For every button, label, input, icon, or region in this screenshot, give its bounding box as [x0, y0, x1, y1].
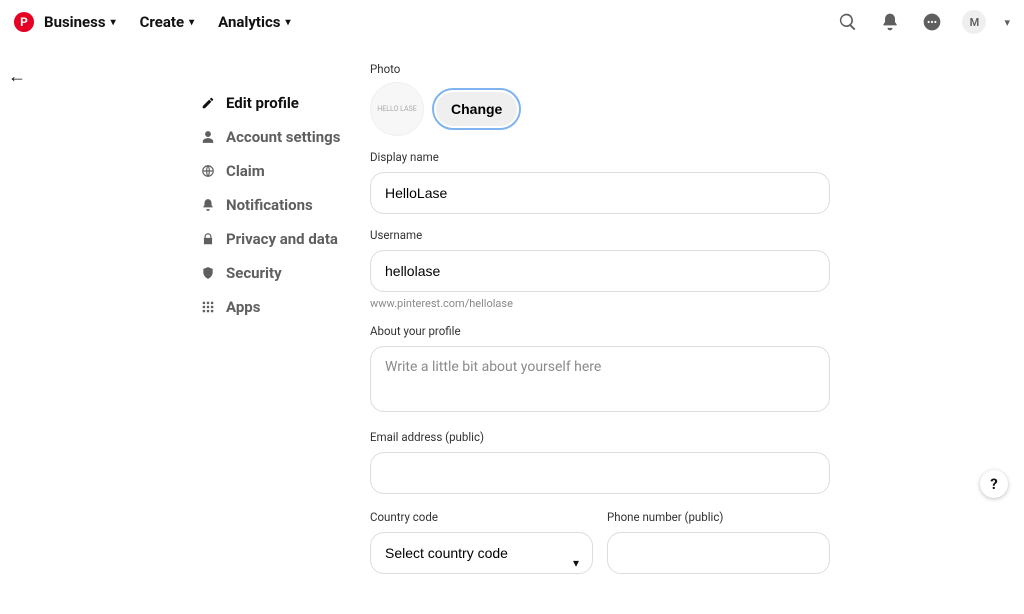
sidebar-item-label: Security [226, 264, 282, 282]
email-label: Email address (public) [370, 430, 830, 444]
chevron-down-icon[interactable]: ▾ [1004, 16, 1010, 29]
phone-input[interactable] [607, 532, 830, 574]
chevron-down-icon: ▾ [189, 17, 194, 28]
nav-left: Business ▾ Create ▾ Analytics ▾ [44, 13, 291, 31]
nav-business-label: Business [44, 13, 106, 31]
shield-icon [200, 265, 216, 281]
nav-business[interactable]: Business ▾ [44, 13, 116, 31]
phone-label: Phone number (public) [607, 510, 830, 524]
photo-label: Photo [370, 62, 830, 76]
country-code-label: Country code [370, 510, 593, 524]
help-button[interactable]: ? [980, 470, 1008, 498]
country-code-select[interactable] [370, 532, 593, 574]
chevron-down-icon: ▾ [286, 17, 291, 28]
email-input[interactable] [370, 452, 830, 494]
globe-icon [200, 163, 216, 179]
avatar[interactable]: M [962, 10, 986, 34]
nav-analytics-label: Analytics [218, 13, 280, 31]
nav-create[interactable]: Create ▾ [140, 13, 195, 31]
change-photo-button[interactable]: Change [436, 92, 517, 126]
top-nav: P Business ▾ Create ▾ Analytics ▾ M ▾ [0, 0, 1024, 44]
nav-create-label: Create [140, 13, 184, 31]
sidebar-item-label: Apps [226, 298, 260, 316]
search-icon[interactable] [836, 10, 860, 34]
display-name-label: Display name [370, 150, 830, 164]
bell-icon[interactable] [878, 10, 902, 34]
nav-analytics[interactable]: Analytics ▾ [218, 13, 290, 31]
about-textarea[interactable] [370, 346, 830, 412]
sidebar-item-label: Edit profile [226, 94, 299, 112]
sidebar-item-label: Privacy and data [226, 230, 338, 248]
profile-photo-thumb: HELLO LASE [370, 82, 424, 136]
nav-right: M ▾ [836, 10, 1010, 34]
about-label: About your profile [370, 324, 830, 338]
person-icon [200, 129, 216, 145]
page-body: ← Edit profile Account settings Claim No… [0, 44, 1024, 614]
edit-profile-form: Photo HELLO LASE Change Display name Use… [370, 62, 830, 574]
pinterest-logo-icon[interactable]: P [14, 12, 34, 32]
grid-icon [200, 299, 216, 315]
sidebar-item-label: Claim [226, 162, 265, 180]
chevron-down-icon: ▾ [111, 17, 116, 28]
username-hint: www.pinterest.com/hellolase [370, 297, 830, 310]
chat-icon[interactable] [920, 10, 944, 34]
bell-icon [200, 197, 216, 213]
lock-icon [200, 231, 216, 247]
username-label: Username [370, 228, 830, 242]
sidebar-item-label: Account settings [226, 128, 340, 146]
back-arrow-icon[interactable]: ← [8, 66, 26, 87]
pencil-icon [200, 95, 216, 111]
display-name-input[interactable] [370, 172, 830, 214]
photo-row: HELLO LASE Change [370, 82, 830, 136]
username-input[interactable] [370, 250, 830, 292]
sidebar-item-label: Notifications [226, 196, 313, 214]
